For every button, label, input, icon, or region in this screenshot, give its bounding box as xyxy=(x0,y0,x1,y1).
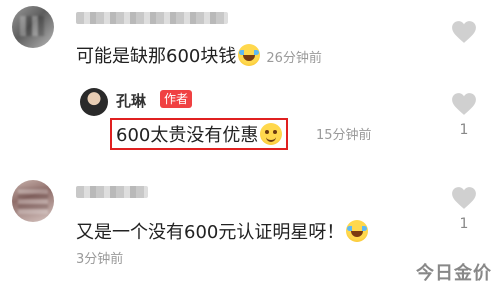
avatar[interactable] xyxy=(12,6,54,48)
heart-icon xyxy=(452,21,476,43)
comment-item: 可能是缺那600块钱 26分钟前 xyxy=(0,0,500,80)
heart-icon xyxy=(452,187,476,209)
comment-time: 26分钟前 xyxy=(266,51,322,66)
author-badge: 作者 xyxy=(160,90,193,108)
like-button[interactable]: 1 xyxy=(451,186,477,232)
like-button[interactable]: 1 xyxy=(451,92,477,138)
blurred-username xyxy=(76,12,228,24)
like-count: 1 xyxy=(459,216,469,232)
smiling-face-emoji-icon xyxy=(260,123,283,145)
avatar[interactable] xyxy=(12,180,54,222)
author-avatar[interactable] xyxy=(80,88,108,116)
blurred-username xyxy=(76,186,148,198)
comment-body: 又是一个没有600元认证明星呀！ xyxy=(76,218,369,244)
heart-icon xyxy=(452,93,476,115)
comment-text: 可能是缺那600块钱 xyxy=(76,46,237,67)
comment-text: 又是一个没有600元认证明星呀！ xyxy=(76,222,345,243)
laughing-tears-emoji-icon xyxy=(238,44,261,66)
like-count: 1 xyxy=(459,122,469,138)
reply-text: 600太贵没有优惠 xyxy=(116,125,259,146)
reply-item: 孔琳 作者 600太贵没有优惠 15分钟前 1 xyxy=(0,80,500,162)
like-button[interactable] xyxy=(451,20,477,44)
watermark: 今日金价 xyxy=(416,263,492,284)
comment-time: 3分钟前 xyxy=(76,252,124,267)
laughing-tears-emoji-icon xyxy=(346,220,369,242)
highlighted-reply: 600太贵没有优惠 xyxy=(110,118,289,150)
reply-time: 15分钟前 xyxy=(316,128,372,143)
comment-body: 可能是缺那600块钱 26分钟前 xyxy=(76,42,322,68)
author-name[interactable]: 孔琳 xyxy=(116,90,146,111)
